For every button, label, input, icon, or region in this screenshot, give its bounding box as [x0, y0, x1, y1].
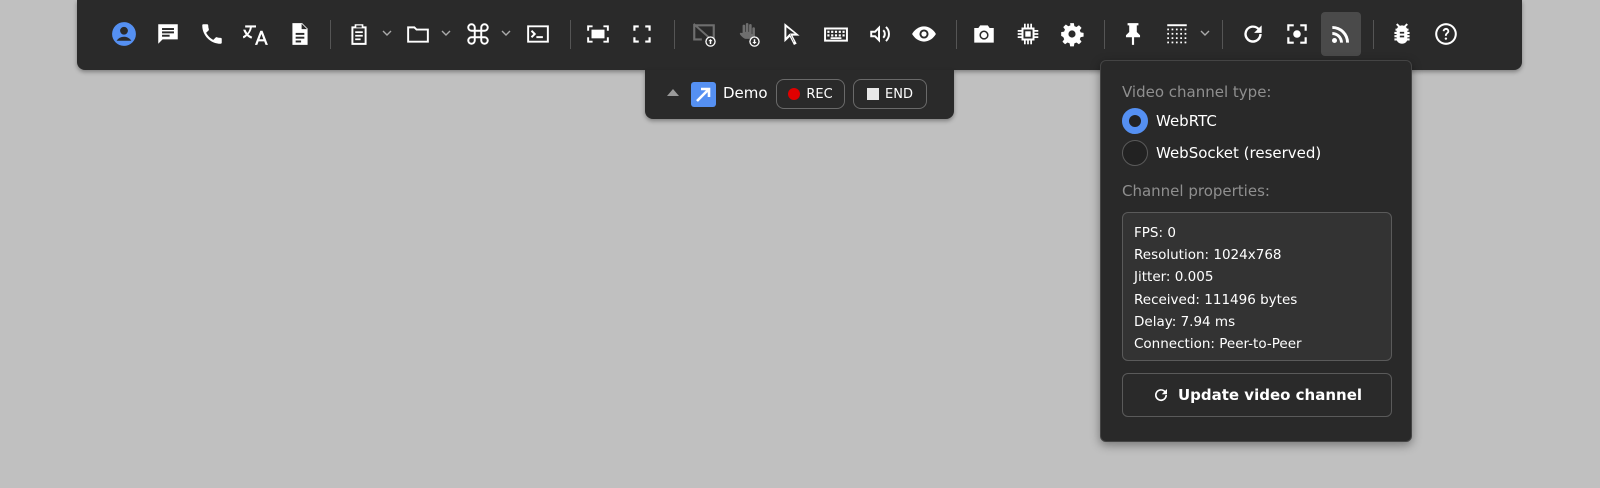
channel-properties-box: FPS: 0 Resolution: 1024x768 Jitter: 0.00…: [1122, 212, 1392, 361]
radio-label: WebRTC: [1156, 112, 1217, 130]
toolbar-divider: [956, 20, 957, 49]
update-button-label: Update video channel: [1177, 386, 1363, 404]
refresh-icon[interactable]: [1233, 12, 1273, 56]
collapse-arrow-icon[interactable]: [667, 89, 679, 96]
radio-button[interactable]: [1122, 140, 1148, 166]
cursor-icon[interactable]: [772, 12, 812, 56]
radio-option-websocket[interactable]: WebSocket (reserved): [1122, 140, 1321, 166]
command-chevron-down-icon[interactable]: [501, 28, 511, 38]
camera-icon[interactable]: [964, 12, 1004, 56]
end-button[interactable]: END: [853, 79, 927, 109]
keyboard-icon[interactable]: [816, 12, 856, 56]
session-panel: Demo REC END: [645, 70, 954, 119]
account-circle-icon[interactable]: [104, 12, 144, 56]
record-dot-icon: [788, 88, 801, 100]
focus-center-icon[interactable]: [1277, 12, 1317, 56]
prop-resolution: Resolution: 1024x768: [1134, 247, 1282, 264]
video-channel-type-heading: Video channel type:: [1122, 83, 1272, 101]
prop-received: Received: 111496 bytes: [1134, 291, 1298, 308]
end-label: END: [885, 86, 913, 102]
toolbar-divider: [674, 20, 675, 49]
eye-icon[interactable]: [904, 12, 944, 56]
fullscreen-icon[interactable]: [622, 12, 662, 56]
folder-chevron-down-icon[interactable]: [441, 28, 451, 38]
video-channel-popover: Video channel type: WebRTC WebSocket (re…: [1100, 60, 1412, 442]
document-icon[interactable]: [280, 12, 320, 56]
stop-square-icon: [867, 88, 880, 100]
toolbar-divider: [1222, 20, 1223, 49]
radio-button[interactable]: [1122, 108, 1148, 134]
chat-icon[interactable]: [148, 12, 188, 56]
terminal-icon[interactable]: [518, 12, 558, 56]
session-name: Demo: [723, 84, 768, 102]
radio-option-webrtc[interactable]: WebRTC: [1122, 108, 1217, 134]
command-key-icon[interactable]: [458, 12, 498, 56]
grid-chevron-down-icon[interactable]: [1200, 28, 1210, 38]
bug-icon[interactable]: [1382, 12, 1422, 56]
toolbar-divider: [570, 20, 571, 49]
rec-label: REC: [806, 86, 833, 102]
toolbar-divider: [330, 20, 331, 49]
prop-delay: Delay: 7.94 ms: [1134, 313, 1236, 330]
prop-jitter: Jitter: 0.005: [1134, 269, 1214, 286]
fit-screen-icon[interactable]: [578, 12, 618, 56]
rss-feed-icon[interactable]: [1321, 12, 1361, 56]
translate-icon[interactable]: [236, 12, 276, 56]
channel-properties-heading: Channel properties:: [1122, 182, 1270, 200]
grid-dots-icon[interactable]: [1157, 12, 1197, 56]
help-icon[interactable]: [1426, 12, 1466, 56]
gear-icon[interactable]: [1052, 12, 1092, 56]
pin-icon[interactable]: [1113, 12, 1153, 56]
app-logo-icon: [691, 82, 716, 107]
folder-icon[interactable]: [398, 12, 438, 56]
radio-label: WebSocket (reserved): [1156, 144, 1322, 162]
hand-download-icon[interactable]: [728, 12, 768, 56]
phone-icon[interactable]: [192, 12, 232, 56]
refresh-icon: [1154, 389, 1167, 402]
update-video-channel-button[interactable]: Update video channel: [1122, 373, 1392, 417]
rec-button[interactable]: REC: [776, 79, 845, 109]
cpu-chip-icon[interactable]: [1008, 12, 1048, 56]
prop-fps: FPS: 0: [1134, 225, 1176, 241]
toolbar-divider: [1373, 20, 1374, 49]
clipboard-chevron-down-icon[interactable]: [382, 28, 392, 38]
prop-connection: Connection: Peer-to-Peer: [1134, 336, 1302, 353]
clipboard-icon[interactable]: [339, 12, 379, 56]
screen-share-upload-icon[interactable]: [684, 12, 724, 56]
toolbar-divider: [1104, 20, 1105, 49]
volume-icon[interactable]: [860, 12, 900, 56]
